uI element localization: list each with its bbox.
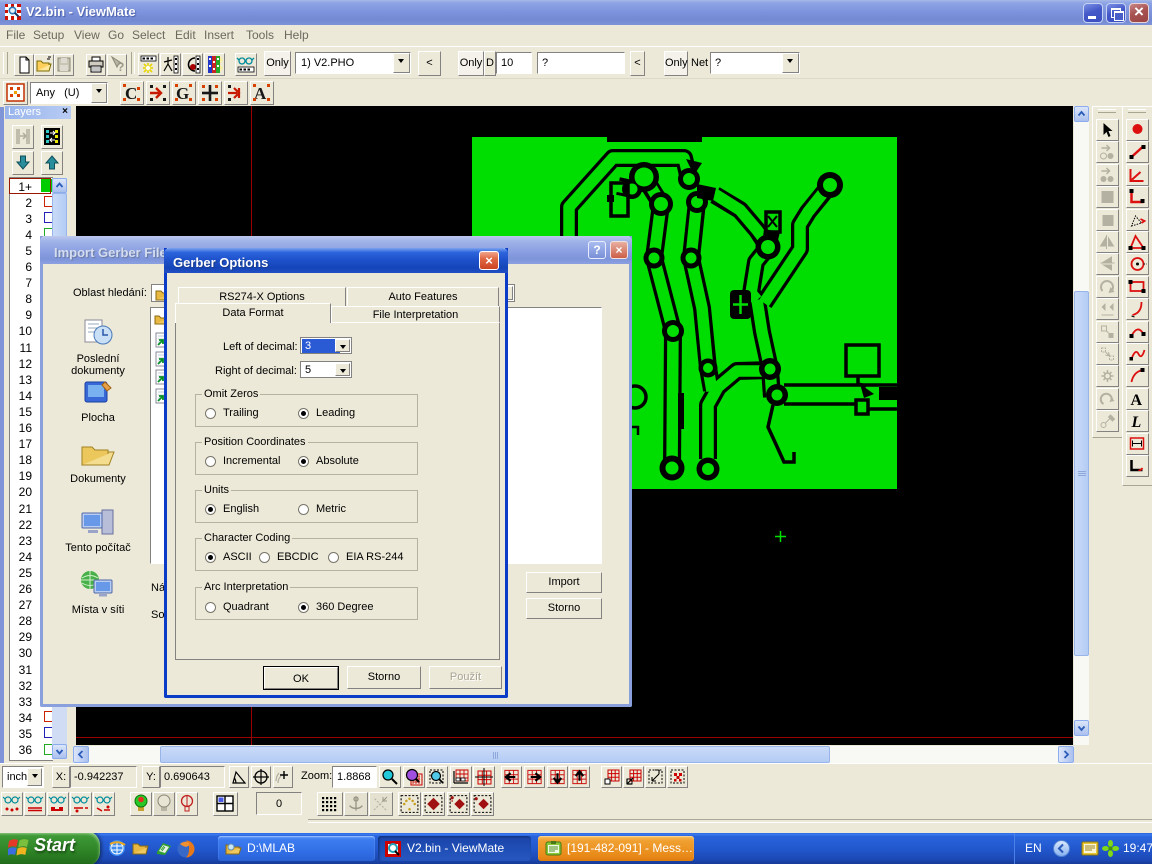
svg-text:C: C xyxy=(125,84,137,103)
svg-text:L: L xyxy=(1131,414,1142,431)
svg-text:?: ? xyxy=(117,60,124,74)
svg-text:A: A xyxy=(1131,392,1143,409)
svg-text:s: s xyxy=(450,797,453,804)
